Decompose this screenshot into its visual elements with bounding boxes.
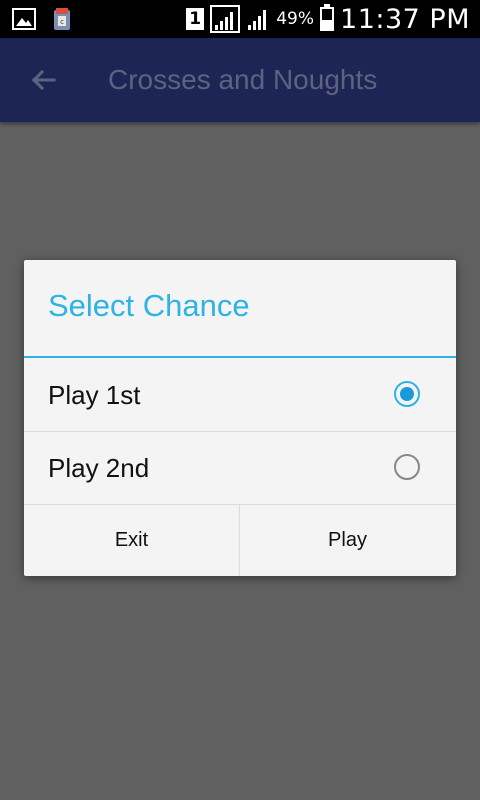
signal-strength-icon xyxy=(210,5,241,33)
app-notification-icon: c xyxy=(54,8,70,30)
option-label: Play 2nd xyxy=(48,453,150,483)
select-chance-dialog: Select Chance Play 1st Play 2nd Exit Pla… xyxy=(24,260,456,576)
sim-icon: 1 xyxy=(186,8,205,30)
app-bar: Crosses and Noughts xyxy=(0,38,480,122)
option-play-1st[interactable]: Play 1st xyxy=(24,359,456,432)
app-title: Crosses and Noughts xyxy=(108,64,378,95)
notification-area: c xyxy=(12,6,74,32)
signal-strength-2-icon xyxy=(248,10,267,30)
image-notification-icon xyxy=(12,8,36,30)
play-button[interactable]: Play xyxy=(240,505,455,576)
radio-button-unchecked[interactable] xyxy=(394,454,420,480)
status-bar: c 1 49% 11:37 PM xyxy=(0,0,480,38)
radio-button-checked[interactable] xyxy=(394,381,420,407)
dialog-title: Select Chance xyxy=(48,288,250,323)
svg-text:c: c xyxy=(60,18,64,26)
battery-percent: 49% xyxy=(276,9,315,29)
exit-button[interactable]: Exit xyxy=(24,505,239,576)
title-divider xyxy=(24,356,456,358)
option-play-2nd[interactable]: Play 2nd xyxy=(24,432,456,505)
option-label: Play 1st xyxy=(48,380,141,410)
system-status-area: 1 49% 11:37 PM xyxy=(186,0,470,38)
battery-icon xyxy=(320,4,335,31)
clock: 11:37 PM xyxy=(340,3,470,35)
dialog-button-row: Exit Play xyxy=(24,505,456,576)
back-arrow-icon[interactable] xyxy=(26,62,62,98)
